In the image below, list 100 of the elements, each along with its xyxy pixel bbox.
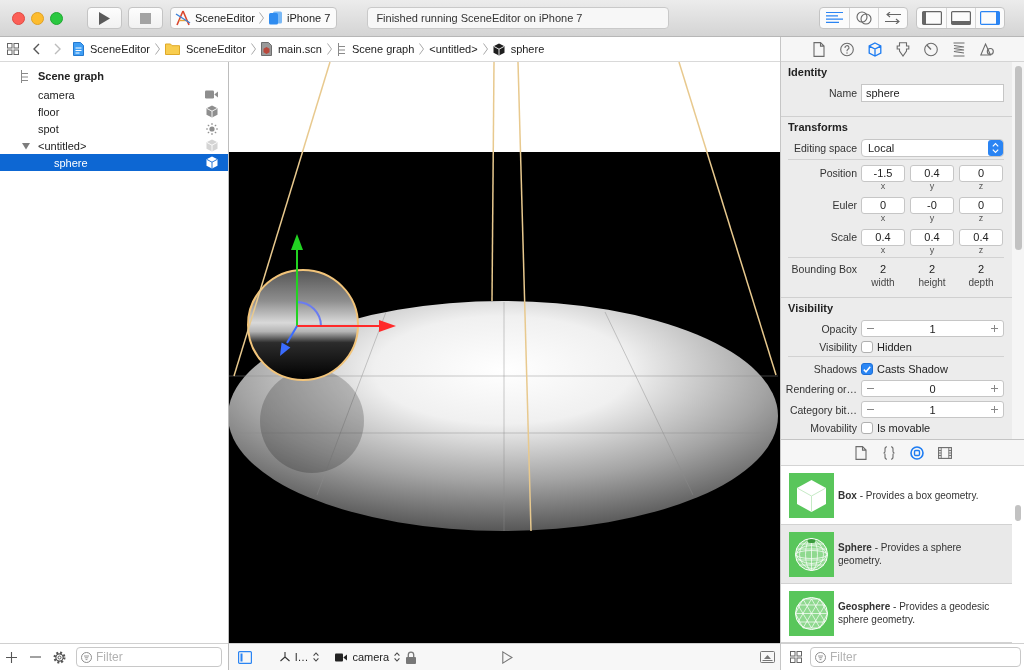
axis-popup[interactable]: l… — [280, 651, 320, 663]
readout-value: 2 — [878, 263, 888, 276]
tree-item[interactable]: spot — [0, 120, 228, 137]
library-item[interactable]: Box - Provides a box geometry. — [781, 466, 1012, 525]
camera-popup[interactable]: camera — [335, 651, 401, 663]
status-display: Finished running SceneEditor on iPhone 7 — [367, 7, 670, 29]
braces-icon[interactable] — [881, 445, 896, 460]
plus-icon[interactable] — [991, 406, 998, 413]
cube-icon[interactable] — [867, 41, 882, 57]
chevron-icon — [154, 43, 160, 55]
destination-button[interactable]: iPhone 7 — [267, 11, 331, 25]
axis-label: x — [879, 214, 887, 223]
gauge-icon[interactable] — [923, 41, 938, 57]
tree-item[interactable]: sphere — [0, 154, 228, 171]
panel-right-icon — [980, 11, 1000, 25]
field-label: Movability — [809, 422, 857, 434]
field-label: Editing space — [792, 142, 857, 154]
text-field[interactable]: sphere — [861, 84, 1004, 102]
path-item[interactable]: sphere — [492, 42, 545, 56]
field-label: Visibility — [818, 341, 857, 353]
item-description: Box - Provides a box geometry. — [838, 488, 980, 502]
library-item[interactable]: Geosphere - Provides a geodesic sphere geometry. — [781, 584, 1012, 643]
overlay-icon[interactable] — [760, 651, 775, 663]
play-icon[interactable] — [502, 650, 514, 664]
lines-icon — [826, 12, 843, 24]
dimension-label: height — [917, 276, 947, 289]
sun-icon — [206, 122, 218, 135]
number-field[interactable]: 0 — [959, 165, 1003, 182]
disclosure-triangle-icon[interactable] — [22, 141, 30, 150]
scheme-button[interactable]: SceneEditor — [175, 10, 255, 26]
scene-file-icon — [260, 42, 272, 56]
checkbox[interactable] — [861, 363, 873, 375]
grid-icon[interactable] — [790, 651, 802, 663]
axis-label: z — [977, 182, 985, 191]
app-icon — [175, 10, 191, 26]
film-icon[interactable] — [937, 445, 952, 460]
tree-icon — [20, 69, 29, 83]
number-field[interactable]: -0 — [910, 197, 954, 214]
run-button[interactable] — [87, 7, 122, 29]
tree-item[interactable]: <untitled> — [0, 137, 228, 154]
tree-item[interactable]: floor — [0, 103, 228, 120]
checkbox[interactable] — [861, 341, 873, 353]
floor-plane[interactable] — [229, 301, 779, 532]
overlapping-circles-icon — [856, 11, 872, 25]
spring-icon[interactable] — [951, 41, 966, 57]
dimension-label: width — [870, 276, 896, 289]
cube-icon — [206, 105, 218, 118]
path-item[interactable]: SceneEditor — [164, 43, 246, 55]
file-icon[interactable] — [811, 41, 826, 57]
field-label: Euler — [831, 198, 857, 213]
scrollbar[interactable] — [1015, 505, 1021, 521]
number-field[interactable]: 0.4 — [959, 229, 1003, 246]
field-label: Name — [828, 87, 857, 99]
video-camera-icon — [205, 90, 218, 99]
path-item[interactable]: Scene graph — [336, 42, 415, 56]
stepper-value: 0 — [929, 382, 936, 395]
grid-icon[interactable] — [7, 43, 19, 55]
section-title: Identity — [787, 65, 829, 79]
close-button[interactable] — [12, 11, 25, 25]
checkbox-label: Hidden — [877, 341, 912, 353]
path-item[interactable]: SceneEditor — [73, 42, 150, 56]
help-icon[interactable] — [839, 41, 854, 57]
axis-label: y — [928, 182, 936, 191]
tree-icon — [336, 42, 346, 56]
scrollbar[interactable] — [1014, 66, 1022, 250]
gear-icon[interactable] — [53, 650, 66, 664]
path-item[interactable]: <untitled> — [429, 43, 478, 55]
plus-icon[interactable] — [991, 325, 998, 332]
zoom-button[interactable] — [50, 11, 63, 25]
tree-item[interactable]: camera — [0, 86, 228, 103]
number-field[interactable]: 0.4 — [861, 229, 905, 246]
checkbox[interactable] — [861, 422, 873, 434]
number-field[interactable]: 0 — [861, 197, 905, 214]
number-field[interactable]: 0 — [959, 197, 1003, 214]
back-button[interactable] — [33, 43, 40, 55]
popup-button[interactable]: Local — [861, 139, 1004, 157]
y-axis-arrow[interactable] — [291, 234, 303, 327]
axis-label: y — [928, 214, 936, 223]
path-item[interactable]: main.scn — [260, 42, 322, 56]
checkbox-label: Casts Shadow — [877, 363, 948, 375]
sidebar-icon[interactable] — [238, 650, 252, 664]
arrow-down-icon[interactable] — [895, 41, 910, 57]
library-item[interactable]: Sphere - Provides a sphere geometry. — [781, 525, 1012, 584]
shapes-icon[interactable] — [979, 41, 994, 57]
number-field[interactable]: -1.5 — [861, 165, 905, 182]
plus-icon[interactable] — [6, 651, 17, 663]
stepper-field[interactable]: 1 — [861, 320, 1004, 337]
number-field[interactable]: 0.4 — [910, 165, 954, 182]
stepper-field[interactable]: 0 — [861, 380, 1004, 397]
z-axis-arrow[interactable] — [280, 325, 298, 356]
stepper-field[interactable]: 1 — [861, 401, 1004, 418]
file-icon[interactable] — [853, 445, 868, 460]
chevron-icon — [326, 43, 332, 55]
number-field[interactable]: 0.4 — [910, 229, 954, 246]
lock-icon[interactable] — [406, 650, 417, 664]
sphere[interactable] — [247, 269, 359, 381]
target-icon[interactable] — [909, 445, 924, 460]
stop-button[interactable] — [128, 7, 163, 29]
plus-icon[interactable] — [991, 385, 998, 392]
video-camera-icon — [335, 652, 348, 662]
